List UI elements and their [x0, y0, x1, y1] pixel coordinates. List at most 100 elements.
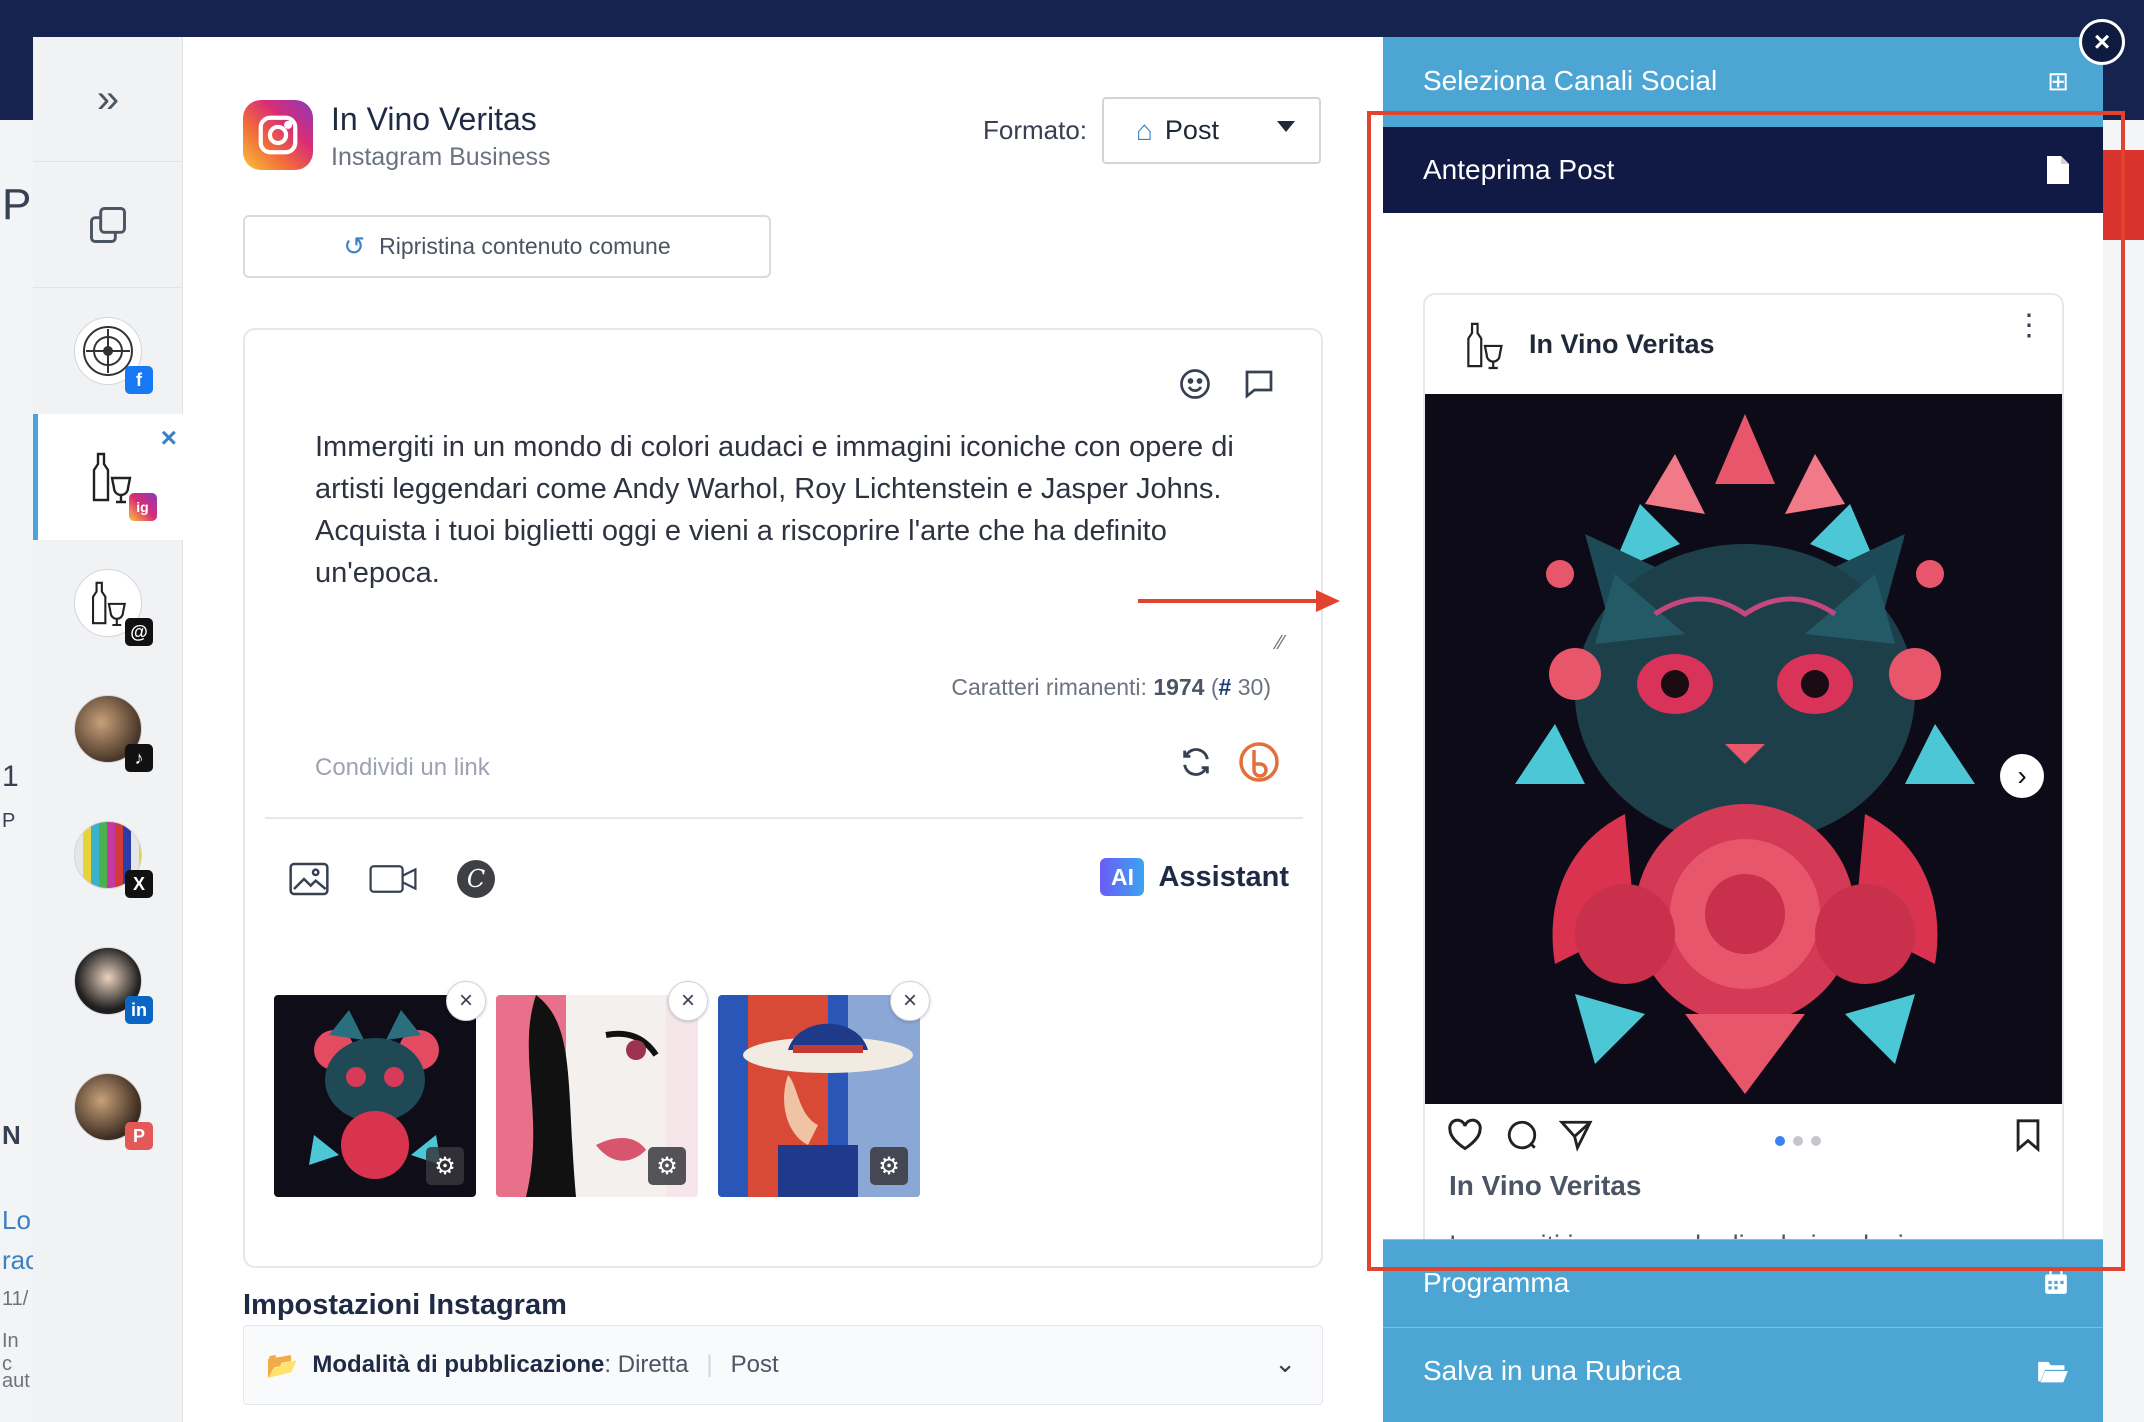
ai-badge: AI — [1100, 858, 1145, 896]
hashtag-icon: # — [1218, 674, 1232, 700]
text-tools — [1177, 366, 1277, 402]
publish-mode-value: Diretta — [617, 1351, 689, 1378]
separator: | — [706, 1351, 713, 1378]
channel-threads[interactable]: @ — [33, 540, 183, 666]
bitly-icon[interactable] — [1237, 740, 1281, 784]
hashtags-remaining: 30 — [1237, 674, 1264, 700]
copy-content-button[interactable] — [33, 162, 183, 288]
remove-media-icon[interactable]: × — [446, 981, 486, 1021]
ai-label: Assistant — [1158, 860, 1289, 893]
background-left-strip: P 1 P N Lo rac 11/ In c aut — [0, 120, 38, 1422]
channel-sidebar: » f × ig @ ♪ X in P — [33, 37, 183, 1422]
divider — [265, 817, 1303, 819]
remove-media-icon[interactable]: × — [890, 981, 930, 1021]
annotation-arrow — [1138, 590, 1340, 612]
publish-mode-label: Modalità di pubblicazione — [312, 1351, 605, 1378]
bg-fragment: 1 — [2, 760, 19, 793]
linkedin-icon: in — [125, 996, 153, 1024]
facebook-icon: f — [125, 366, 153, 394]
restore-label: Ripristina contenuto comune — [379, 233, 671, 259]
resize-handle-icon[interactable]: ⁄⁄ — [1277, 632, 1284, 655]
annotation-highlight-frame — [1367, 111, 2125, 1271]
avatar: P — [74, 1073, 153, 1150]
plus-square-icon: ⊞ — [2047, 65, 2069, 96]
publish-mode-accordion[interactable]: 📂 Modalità di pubblicazione: Diretta | P… — [243, 1325, 1323, 1405]
avatar: X — [74, 821, 153, 898]
avatar: @ — [74, 569, 153, 646]
media-thumbnail[interactable]: × ⚙ — [496, 981, 708, 1197]
publish-mode-format: Post — [730, 1351, 779, 1378]
media-toolbar: C — [289, 860, 495, 898]
format-value: Post — [1164, 115, 1219, 145]
undo-icon: ↺ — [343, 231, 366, 261]
link-tools — [1179, 740, 1281, 784]
channel-pinterest[interactable]: P — [33, 1044, 183, 1170]
char-counter: Caratteri rimanenti: 1974 (# 30) — [951, 674, 1271, 700]
refresh-icon[interactable] — [1179, 745, 1213, 779]
save-label: Salva in una Rubrica — [1423, 1354, 1682, 1386]
bg-fragment: Lo — [2, 1205, 31, 1235]
avatar: ♪ — [74, 695, 153, 772]
share-link-input[interactable]: Condividi un link — [315, 754, 490, 782]
folder-open-icon — [2038, 1361, 2068, 1382]
expand-sidebar-button[interactable]: » — [33, 37, 183, 162]
chars-remaining: 1974 — [1153, 674, 1205, 700]
schedule-label: Programma — [1423, 1266, 1570, 1298]
instagram-settings-title: Impostazioni Instagram — [243, 1289, 567, 1321]
save-to-folder-row[interactable]: Salva in una Rubrica — [1383, 1327, 2103, 1413]
media-thumbnails: × ⚙ × ⚙ × ⚙ — [274, 981, 930, 1197]
caret-down-icon — [1277, 121, 1295, 132]
wine-bottle-icon — [92, 452, 131, 504]
ai-assistant-button[interactable]: AI Assistant — [1100, 858, 1289, 896]
account-name: In Vino Veritas — [331, 101, 537, 137]
channel-linkedin[interactable]: in — [33, 918, 183, 1044]
format-select[interactable]: ⌂ Post — [1102, 97, 1321, 164]
channel-facebook[interactable]: f — [33, 288, 183, 414]
video-upload-icon[interactable] — [369, 863, 417, 895]
gear-icon[interactable]: ⚙ — [426, 1147, 464, 1185]
format-label: Formato: — [983, 115, 1088, 145]
wine-bottle-icon — [91, 581, 127, 627]
pinterest-icon: P — [125, 1122, 153, 1150]
calendar-icon — [2045, 1270, 2067, 1294]
remove-media-icon[interactable]: × — [668, 981, 708, 1021]
image-upload-icon[interactable] — [289, 862, 329, 896]
avatar: ig — [77, 443, 157, 521]
bg-fragment: P — [2, 180, 32, 229]
avatar: in — [74, 947, 153, 1024]
channel-tiktok[interactable]: ♪ — [33, 666, 183, 792]
avatar: f — [74, 317, 153, 394]
bg-fragment: N — [2, 1120, 21, 1150]
gear-icon[interactable]: ⚙ — [870, 1147, 908, 1185]
comment-icon[interactable] — [1241, 366, 1277, 402]
media-thumbnail[interactable]: × ⚙ — [718, 981, 930, 1197]
home-icon: ⌂ — [1136, 114, 1153, 146]
folder-open-icon: 📂 — [266, 1349, 299, 1380]
account-type: Instagram Business — [331, 143, 551, 171]
channel-x[interactable]: X — [33, 792, 183, 918]
tiktok-icon: ♪ — [125, 744, 153, 772]
restore-common-content-button[interactable]: ↺ Ripristina contenuto comune — [243, 215, 771, 278]
emoji-icon[interactable] — [1177, 366, 1213, 402]
instagram-logo-icon — [243, 100, 313, 170]
bg-fragment: aut — [2, 1370, 30, 1392]
instagram-icon: ig — [128, 493, 157, 521]
gear-icon[interactable]: ⚙ — [648, 1147, 686, 1185]
bg-fragment: P — [2, 810, 16, 832]
post-editor: In Vino Veritas Instagram Business Forma… — [183, 37, 1368, 1422]
copy-icon — [90, 206, 126, 243]
bg-fragment: 11/ — [2, 1288, 29, 1310]
double-chevron-right-icon: » — [96, 76, 120, 121]
chars-label: Caratteri rimanenti: — [951, 674, 1147, 700]
remove-channel-icon[interactable]: × — [161, 422, 177, 454]
threads-icon: @ — [125, 618, 153, 646]
close-modal-button[interactable]: × — [2079, 19, 2125, 65]
media-thumbnail[interactable]: × ⚙ — [274, 981, 486, 1197]
select-channels-label: Seleziona Canali Social — [1423, 65, 1718, 96]
canva-icon[interactable]: C — [457, 860, 495, 898]
channel-instagram[interactable]: × ig — [33, 414, 183, 540]
post-content-card: Immergiti in un mondo di colori audaci e… — [243, 328, 1323, 1268]
post-text-area[interactable]: Immergiti in un mondo di colori audaci e… — [315, 426, 1275, 594]
x-icon: X — [125, 870, 153, 898]
chevron-down-icon: ⌄ — [1274, 1348, 1296, 1378]
